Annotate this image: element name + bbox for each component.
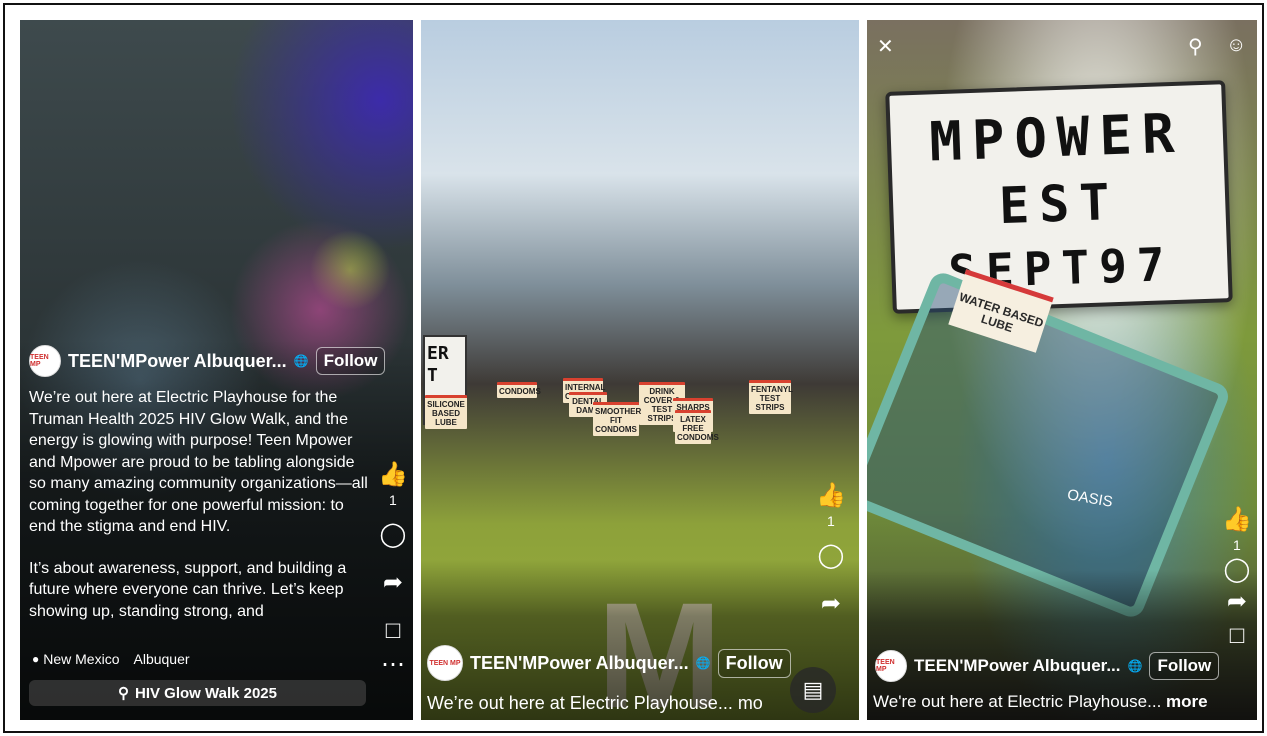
author-name[interactable]: TEEN'MPower Albuquer... bbox=[914, 656, 1121, 676]
share-icon[interactable]: ➦ bbox=[821, 591, 841, 619]
more-icon[interactable]: ⋯ bbox=[381, 652, 405, 680]
author-row: TEEN MP TEEN'MPower Albuquer... 🌐 Follow bbox=[29, 345, 386, 377]
follow-button[interactable]: Follow bbox=[1149, 652, 1220, 680]
like-count: 1 bbox=[389, 492, 397, 508]
thumbs-up-icon[interactable]: 👍 bbox=[378, 462, 408, 490]
bookmark-icon[interactable]: □ bbox=[386, 618, 401, 646]
profile-icon[interactable]: ☺ bbox=[1226, 34, 1246, 57]
like-count: 1 bbox=[827, 513, 835, 529]
search-icon[interactable]: ⚲ bbox=[1188, 34, 1203, 59]
thumbs-up-icon[interactable]: 👍 bbox=[1222, 507, 1252, 535]
hashtag-search-label: HIV Glow Walk 2025 bbox=[135, 684, 277, 702]
globe-icon: 🌐 bbox=[695, 656, 711, 670]
author-avatar[interactable]: TEEN MP bbox=[427, 645, 463, 681]
author-name[interactable]: TEEN'MPower Albuquer... bbox=[68, 351, 287, 372]
share-icon[interactable]: ➦ bbox=[1227, 589, 1247, 617]
action-rail: 👍 1 ◯ ➦ □ ⋯ bbox=[378, 462, 408, 680]
location-city[interactable]: Albuquer bbox=[134, 651, 190, 667]
table-sign: SMOOTHER FIT CONDOMS bbox=[593, 402, 641, 436]
share-icon[interactable]: ➦ bbox=[383, 570, 403, 598]
table-sign: SILICONE BASED LUBE bbox=[425, 395, 467, 429]
comment-icon[interactable]: ◯ bbox=[380, 522, 407, 550]
author-row: TEEN MP TEEN'MPower Albuquer... 🌐 Follow bbox=[427, 645, 791, 681]
author-name[interactable]: TEEN'MPower Albuquer... bbox=[470, 653, 689, 674]
hashtag-search-button[interactable]: ⚲ HIV Glow Walk 2025 bbox=[29, 680, 366, 706]
like-count: 1 bbox=[1233, 537, 1241, 553]
author-row: TEEN MP TEEN'MPower Albuquer... 🌐 Follow bbox=[875, 650, 1220, 682]
author-avatar[interactable]: TEEN MP bbox=[29, 345, 61, 377]
location-pin-icon: ● bbox=[32, 652, 40, 666]
post-caption[interactable]: We're out here at Electric Playhouse... … bbox=[873, 692, 1208, 712]
comment-icon[interactable]: ◯ bbox=[818, 543, 845, 571]
location-row[interactable]: ● New Mexico Albuquer bbox=[32, 651, 190, 667]
action-rail: 👍 1 ◯ ➦ bbox=[816, 483, 846, 619]
author-avatar[interactable]: TEEN MP bbox=[875, 650, 907, 682]
reel-panel-2[interactable]: ER T SILICONE BASED LUBE CONDOMS INTERNA… bbox=[421, 20, 859, 720]
reel-panel-3[interactable]: MPOWER EST SEPT97 WATER BASED LUBE OASIS… bbox=[867, 20, 1257, 720]
text-scan-icon[interactable]: ▤ bbox=[790, 667, 836, 713]
search-icon: ⚲ bbox=[118, 685, 129, 702]
table-sign: CONDOMS bbox=[497, 382, 541, 398]
location-state[interactable]: New Mexico bbox=[43, 651, 119, 667]
action-rail: 👍 1 ◯ ➦ □ bbox=[1222, 507, 1252, 651]
globe-icon: 🌐 bbox=[1127, 659, 1143, 673]
close-icon[interactable]: ✕ bbox=[877, 34, 894, 59]
caption-paragraph-2: It’s about awareness, support, and build… bbox=[29, 559, 347, 620]
post-caption[interactable]: We’re out here at Electric Playhouse... … bbox=[427, 693, 763, 714]
more-link[interactable]: more bbox=[1166, 692, 1208, 711]
post-caption[interactable]: We’re out here at Electric Playhouse for… bbox=[29, 387, 369, 642]
caption-text: We're out here at Electric Playhouse... bbox=[873, 692, 1162, 711]
comment-icon[interactable]: ◯ bbox=[1224, 557, 1251, 585]
follow-button[interactable]: Follow bbox=[315, 347, 386, 375]
bookmark-icon[interactable]: □ bbox=[1230, 623, 1245, 651]
thumbs-up-icon[interactable]: 👍 bbox=[816, 483, 846, 511]
caption-paragraph-1: We’re out here at Electric Playhouse for… bbox=[29, 389, 368, 535]
globe-icon: 🌐 bbox=[293, 354, 309, 368]
follow-button[interactable]: Follow bbox=[717, 648, 791, 678]
table-sign: LATEX FREE CONDOMS bbox=[675, 410, 719, 444]
table-sign: FENTANYL TEST STRIPS bbox=[749, 380, 793, 414]
reel-panel-1[interactable]: TEEN MP TEEN'MPower Albuquer... 🌐 Follow… bbox=[20, 20, 413, 720]
